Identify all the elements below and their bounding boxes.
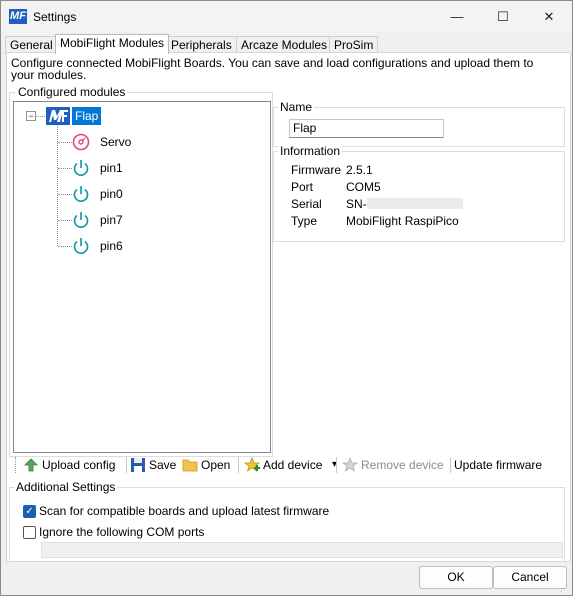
type-label: Type (291, 214, 318, 228)
name-group: Name Flap (273, 100, 565, 147)
toolbar-separator (126, 457, 127, 473)
title-bar: MF Settings — ☐ ✕ (1, 1, 572, 32)
tree-connector (58, 142, 72, 143)
tree-node-label: pin6 (100, 239, 123, 253)
tree-connector (35, 116, 45, 117)
tree-node-label: pin1 (100, 161, 123, 175)
tree-node-label: pin0 (100, 187, 123, 201)
tree-node-label: Servo (100, 135, 132, 149)
tree-connector (58, 220, 72, 221)
open-label: Open (201, 458, 231, 472)
scan-checkbox[interactable]: ✓ (23, 505, 36, 518)
resize-grip-icon[interactable]: ⋰ (560, 585, 568, 593)
power-icon (73, 212, 89, 228)
mobiflight-modules-panel: Configure connected MobiFlight Boards. Y… (6, 52, 571, 562)
remove-device-label: Remove device (361, 458, 444, 472)
tree-connector (58, 168, 72, 169)
serial-value: SN- (346, 197, 367, 211)
toolbar-grip (15, 457, 18, 473)
toolbar-separator (336, 457, 337, 473)
minimize-button[interactable]: — (434, 1, 480, 32)
scan-label: Scan for compatible boards and upload la… (39, 504, 330, 518)
power-icon (73, 160, 89, 176)
information-group: Information Firmware 2.5.1 Port COM5 Ser… (273, 144, 565, 242)
save-label: Save (149, 458, 177, 472)
additional-settings-legend: Additional Settings (14, 480, 118, 494)
servo-icon (72, 133, 90, 151)
power-icon (73, 238, 89, 254)
upload-icon (24, 458, 38, 472)
folder-icon (182, 459, 198, 472)
ok-button[interactable]: OK (419, 566, 493, 589)
save-icon (131, 458, 145, 472)
update-firmware-button[interactable]: Update firmware (454, 456, 542, 474)
firmware-label: Firmware (291, 163, 341, 177)
additional-settings-group: Additional Settings ✓ Scan for compatibl… (9, 480, 565, 562)
mobiflight-board-icon (46, 107, 70, 125)
app-logo: MF (9, 9, 27, 24)
power-icon (73, 186, 89, 202)
settings-window: MF Settings — ☐ ✕ General MobiFlight Mod… (0, 0, 573, 596)
type-value: MobiFlight RaspiPico (346, 214, 459, 228)
tree-node-label: Flap (72, 107, 102, 125)
module-name-input[interactable]: Flap (289, 119, 444, 138)
name-legend: Name (278, 100, 315, 114)
port-value: COM5 (346, 180, 381, 194)
firmware-value: 2.5.1 (346, 163, 373, 177)
serial-redaction (367, 198, 463, 209)
ignore-ports-checkbox[interactable] (23, 526, 36, 539)
tree-connector (58, 246, 72, 247)
modules-toolbar: Upload config Save Open Add device ▾ Rem… (13, 453, 563, 477)
ignored-ports-field[interactable] (41, 542, 563, 558)
tree-node-label: pin7 (100, 213, 123, 227)
add-device-label: Add device (263, 458, 323, 472)
configured-modules-legend: Configured modules (16, 85, 128, 99)
modules-tree[interactable]: − Flap Servo pin1 pin0 pin7 pin6 (13, 101, 271, 453)
cancel-button[interactable]: Cancel (493, 566, 567, 589)
tree-connector (58, 194, 72, 195)
serial-label: Serial (291, 197, 322, 211)
collapse-toggle[interactable]: − (26, 111, 36, 121)
tree-connector (57, 120, 58, 246)
add-star-icon (244, 457, 260, 472)
port-label: Port (291, 180, 314, 194)
toolbar-separator (238, 457, 239, 473)
maximize-button[interactable]: ☐ (480, 1, 526, 32)
toolbar-separator (450, 457, 451, 473)
panel-description: Configure connected MobiFlight Boards. Y… (11, 56, 534, 82)
ignore-ports-label: Ignore the following COM ports (39, 525, 205, 539)
window-title: Settings (33, 10, 77, 24)
information-legend: Information (278, 144, 343, 158)
tab-mobiflight-modules[interactable]: MobiFlight Modules (55, 34, 170, 54)
remove-star-icon (342, 457, 358, 472)
close-button[interactable]: ✕ (526, 1, 572, 32)
upload-config-label: Upload config (42, 458, 116, 472)
